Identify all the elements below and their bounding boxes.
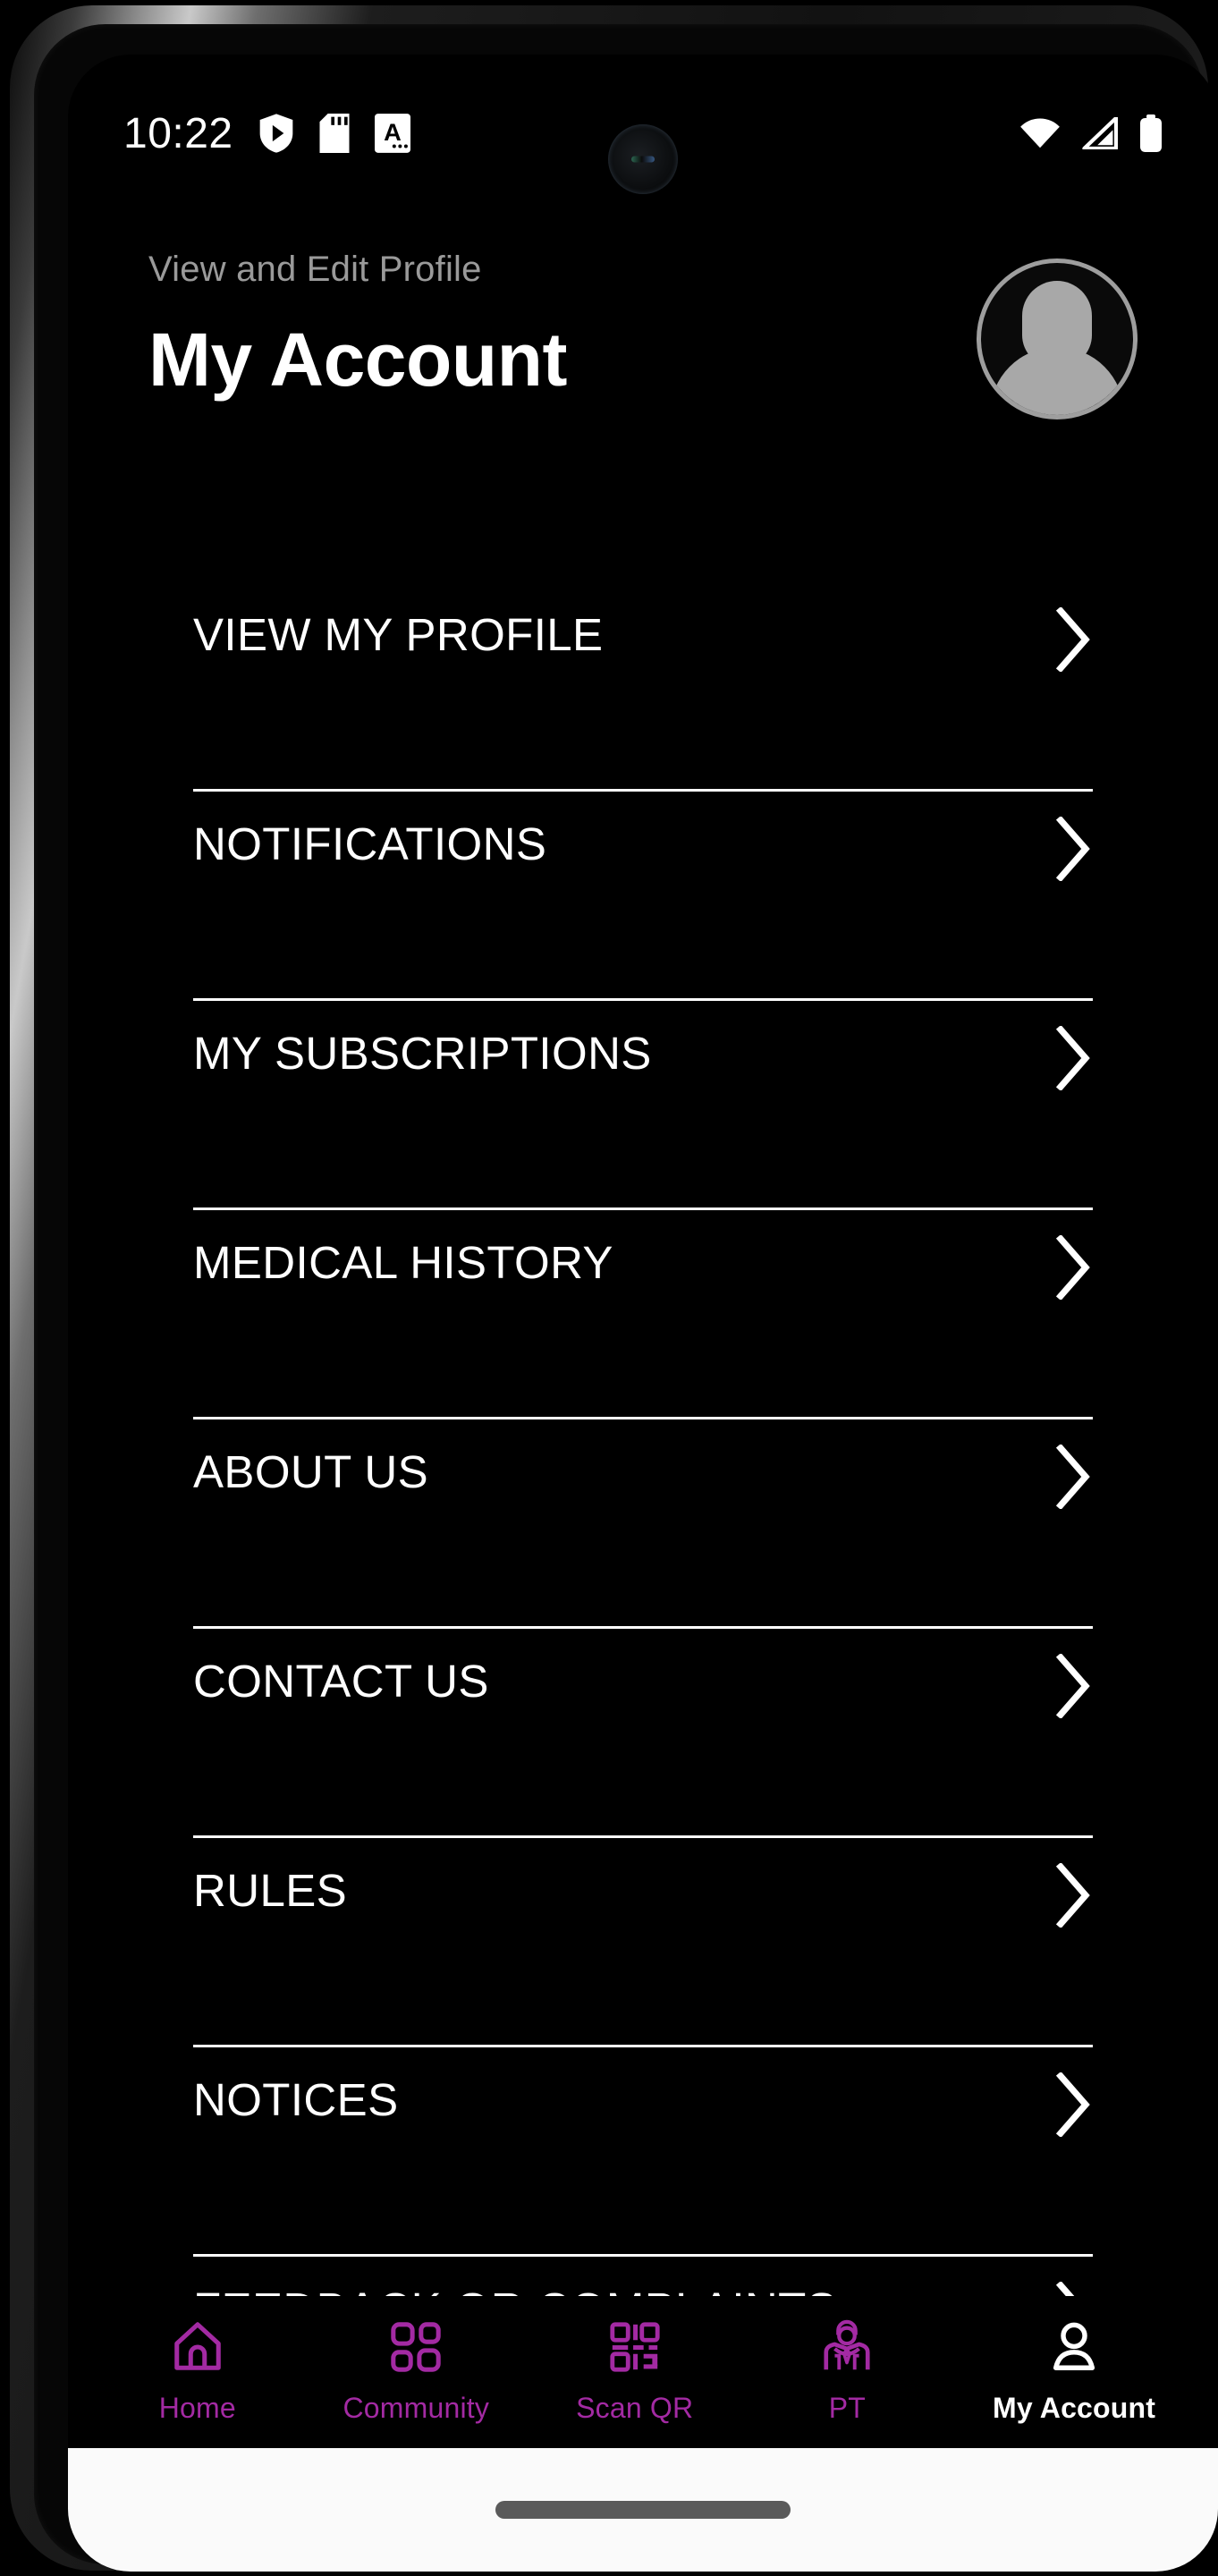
menu-item-label: NOTIFICATIONS [193,818,547,869]
status-clock: 10:22 [123,109,233,157]
chevron-right-icon [1053,606,1093,676]
avatar-body-shape [990,347,1124,415]
nav-item-home[interactable]: Home [131,2319,265,2425]
menu-item-notifications[interactable]: NOTIFICATIONS [193,792,1093,1001]
menu-item-view-my-profile[interactable]: VIEW MY PROFILE [193,582,1093,792]
nav-item-label: My Account [993,2392,1156,2424]
nav-item-label: Home [158,2392,236,2424]
svg-text:A: A [384,118,402,146]
cellular-signal-icon [1082,117,1118,149]
menu-item-notices[interactable]: NOTICES [193,2047,1093,2257]
menu-item-label: MEDICAL HISTORY [193,1237,613,1288]
chevron-right-icon [1053,815,1093,886]
qr-code-icon [607,2319,663,2379]
font-size-a-icon: A [374,114,410,153]
status-bar-right [1019,114,1163,152]
header-text-group: View and Edit Profile My Account [148,233,977,397]
menu-item-about-us[interactable]: ABOUT US [193,1419,1093,1629]
chevron-right-icon [1053,1024,1093,1095]
chevron-right-icon [1053,1443,1093,1513]
chevron-right-icon [1053,1861,1093,1932]
menu-item-label: MY SUBSCRIPTIONS [193,1028,652,1079]
bottom-navigation-bar: Home Community Scan QR PT My Account [68,2296,1218,2448]
account-icon [1046,2319,1102,2379]
sd-card-icon [319,114,350,153]
menu-item-rules[interactable]: RULES [193,1838,1093,2047]
chevron-right-icon [1053,1652,1093,1723]
chevron-right-icon [1053,1233,1093,1304]
nav-item-label: Community [343,2392,490,2424]
page-title: My Account [148,318,567,402]
nav-item-label: Scan QR [576,2392,694,2424]
phone-screen: 10:22 A View and Edit Profile My Account… [68,55,1218,2572]
nav-item-my-account[interactable]: My Account [993,2319,1155,2425]
phone-chassis: 10:22 A View and Edit Profile My Account… [10,5,1218,2572]
avatar[interactable] [977,258,1138,419]
nav-item-scan-qr[interactable]: Scan QR [568,2319,702,2425]
menu-item-label: VIEW MY PROFILE [193,609,604,660]
chevron-right-icon [1053,2071,1093,2141]
front-camera-cutout [608,124,678,194]
system-gesture-area [68,2448,1218,2572]
home-icon [170,2319,225,2379]
menu-item-medical-history[interactable]: MEDICAL HISTORY [193,1210,1093,1419]
phone-bezel: 10:22 A View and Edit Profile My Account… [34,24,1218,2572]
wifi-icon [1019,117,1061,149]
nav-item-community[interactable]: Community [343,2319,489,2425]
breadcrumb: View and Edit Profile [148,250,482,289]
menu-item-label: ABOUT US [193,1446,428,1497]
menu-item-label: RULES [193,1865,348,1916]
menu-item-label: CONTACT US [193,1656,489,1707]
battery-icon [1139,114,1163,152]
gesture-handle[interactable] [495,2501,791,2519]
status-bar-left: 10:22 A [123,109,410,158]
account-menu-list: VIEW MY PROFILE NOTIFICATIONS MY SUBSCRI… [68,582,1218,2466]
play-protect-shield-icon [258,114,294,153]
trainer-icon [819,2319,875,2379]
menu-item-my-subscriptions[interactable]: MY SUBSCRIPTIONS [193,1001,1093,1210]
menu-item-label: NOTICES [193,2074,399,2125]
nav-item-label: PT [828,2392,866,2424]
page-header: View and Edit Profile My Account [68,233,1218,419]
community-icon [388,2319,444,2379]
nav-item-pt[interactable]: PT [780,2319,914,2425]
menu-item-contact-us[interactable]: CONTACT US [193,1629,1093,1838]
